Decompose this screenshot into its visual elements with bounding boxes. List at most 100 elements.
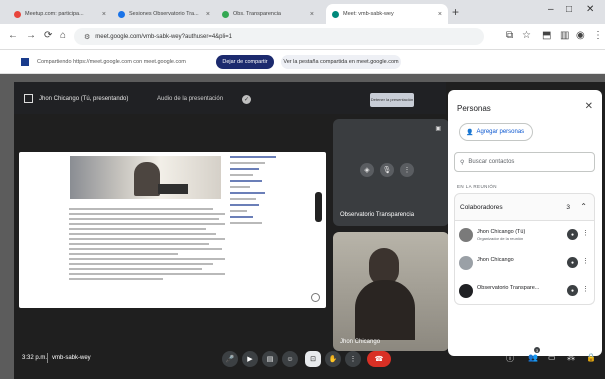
raise-hand-button[interactable]: ✋ (325, 351, 341, 367)
browser-tab[interactable]: Sesiones Observatorio Tra... × (112, 4, 216, 24)
browser-tab[interactable]: Obs. Transparencia × (216, 4, 320, 24)
participant-name: Observatorio Transpare... (477, 285, 540, 291)
document-fullscreen-icon[interactable] (311, 293, 320, 302)
add-person-icon: 👤 (466, 129, 474, 136)
document-photo (70, 156, 221, 199)
bookmark-star-icon[interactable]: ☆ (522, 30, 531, 41)
sidebar-icon[interactable]: ▥ (560, 30, 569, 41)
site-info-icon[interactable]: ⚙ (84, 33, 90, 41)
mic-icon: ● (567, 257, 578, 268)
browser-tab[interactable]: Meetup.com: participa... × (8, 4, 112, 24)
tab-favicon-icon (222, 10, 229, 18)
pin-icon[interactable]: ▣ (435, 125, 441, 132)
photo-person (134, 162, 160, 196)
close-window-button[interactable]: ✕ (586, 4, 594, 15)
leave-call-button[interactable]: ☎ (367, 351, 391, 367)
more-options-icon[interactable]: ⋮ (582, 257, 589, 265)
maximize-button[interactable]: □ (566, 4, 572, 15)
people-icon[interactable]: 👥 (528, 353, 538, 362)
photo-laptop (158, 184, 188, 194)
reload-icon[interactable]: ⟳ (44, 30, 52, 41)
browser-tab-strip: Meetup.com: participa... × Sesiones Obse… (0, 0, 605, 24)
camera-button[interactable]: ▶ (242, 351, 258, 367)
captions-button[interactable]: ▤ (262, 351, 278, 367)
menu-icon[interactable]: ⋮ (593, 30, 603, 41)
sharing-icon (21, 57, 29, 66)
close-tab-icon[interactable]: × (206, 11, 210, 18)
audio-check-icon[interactable]: ✓ (242, 95, 251, 104)
group-label: Colaboradores (460, 204, 503, 211)
participant-role: Organizador de la reunión (477, 236, 524, 241)
view-shared-tab-button[interactable]: Ver la pestaña compartida en meet.google… (281, 55, 401, 69)
document-sidebar-links (230, 156, 288, 228)
host-controls-icon[interactable]: 🔒 (586, 353, 596, 362)
divider (47, 353, 48, 363)
extensions-icon[interactable]: ⬒ (542, 30, 551, 41)
chat-icon[interactable]: ▭ (548, 353, 556, 362)
participant-tile-jhon[interactable]: Jhon Chicango (333, 232, 449, 351)
tile-name: Observatorio Transparencia (340, 212, 415, 218)
more-options-icon[interactable]: ⋮ (400, 163, 414, 177)
close-tab-icon[interactable]: × (310, 11, 314, 18)
presenter-title: Jhon Chicango (Tú, presentando) (39, 96, 129, 102)
new-tab-button[interactable]: + (452, 5, 459, 19)
panel-title: Personas (457, 104, 491, 113)
mute-participant-icon[interactable]: 🎙 (380, 163, 394, 177)
search-contacts-input[interactable]: ⚲ Buscar contactos (454, 152, 595, 172)
cast-icon[interactable]: ⧉ (506, 30, 513, 41)
tab-label: Meet: vmb-sabk-wey (343, 11, 394, 17)
meet-favicon-icon (332, 10, 339, 18)
more-options-icon[interactable]: ⋮ (582, 285, 589, 293)
search-placeholder: Buscar contactos (468, 159, 515, 165)
group-count: 3 (566, 204, 570, 211)
avatar (459, 284, 473, 298)
meeting-info-icon[interactable]: ⓘ (506, 353, 514, 364)
participants-group-header[interactable]: Colaboradores 3 ⌃ (454, 193, 595, 221)
microphone-button[interactable]: 🎤 (222, 351, 238, 367)
chevron-up-icon[interactable]: ⌃ (580, 202, 587, 211)
tab-sharing-bar: Compartiendo https://meet.google.com con… (0, 50, 605, 74)
back-icon[interactable]: ← (8, 30, 18, 41)
participant-row[interactable]: Jhon Chicango (Tú) Organizador de la reu… (454, 221, 595, 249)
pin-participant-icon[interactable]: ◈ (360, 163, 374, 177)
browser-tab-active[interactable]: Meet: vmb-sabk-wey × (326, 4, 448, 24)
add-people-button[interactable]: 👤 Agregar personas (459, 123, 533, 141)
tab-favicon-icon (14, 10, 21, 18)
document-scrollbar[interactable] (315, 192, 322, 222)
search-icon: ⚲ (460, 159, 465, 166)
mic-icon: ● (567, 285, 578, 296)
stop-sharing-button[interactable]: Dejar de compartir (216, 55, 274, 69)
sharing-message: Compartiendo https://meet.google.com con… (37, 58, 186, 65)
close-panel-icon[interactable]: ✕ (585, 101, 593, 112)
participant-name: Jhon Chicango (Tú) (477, 229, 526, 235)
more-options-icon[interactable]: ⋮ (582, 229, 589, 237)
participant-tile-observatorio[interactable]: ▣ ◈ 🎙 ⋮ Observatorio Transparencia (333, 119, 449, 226)
url-field[interactable]: ⚙ meet.google.com/vmb-sabk-wey?authuser=… (74, 28, 484, 45)
home-icon[interactable]: ⌂ (60, 30, 66, 41)
close-tab-icon[interactable]: × (438, 11, 442, 18)
participant-row[interactable]: Jhon Chicango ● ⋮ (454, 249, 595, 277)
stop-presenting-button[interactable]: Detener la presentación (370, 93, 414, 107)
section-label: EN LA REUNIÓN (457, 184, 497, 189)
more-options-button[interactable]: ⋮ (345, 351, 361, 367)
video-person-body (355, 280, 415, 340)
forward-icon[interactable]: → (26, 30, 36, 41)
profile-icon[interactable]: ◉ (576, 30, 585, 41)
presentation-header: Jhon Chicango (Tú, presentando) Audio de… (14, 82, 446, 114)
tile-hover-controls: ◈ 🎙 ⋮ (360, 163, 414, 177)
present-now-button[interactable]: ⊡ (305, 351, 321, 367)
emoji-button[interactable]: ☺ (282, 351, 298, 367)
participant-name: Jhon Chicango (477, 257, 514, 263)
shared-document (19, 152, 326, 308)
present-screen-icon (24, 94, 33, 103)
tab-label: Sesiones Observatorio Tra... (129, 11, 199, 17)
close-tab-icon[interactable]: × (102, 11, 106, 18)
avatar (459, 228, 473, 242)
participant-row[interactable]: Observatorio Transpare... ● ⋮ (454, 277, 595, 305)
minimize-button[interactable]: – (548, 4, 554, 15)
activities-icon[interactable]: ⁂ (567, 353, 575, 362)
meeting-time: 3:32 p.m. (22, 355, 48, 361)
people-panel: Personas ✕ 👤 Agregar personas ⚲ Buscar c… (448, 90, 602, 356)
add-people-label: Agregar personas (476, 129, 525, 135)
presentation-audio-label: Audio de la presentación (157, 96, 224, 102)
